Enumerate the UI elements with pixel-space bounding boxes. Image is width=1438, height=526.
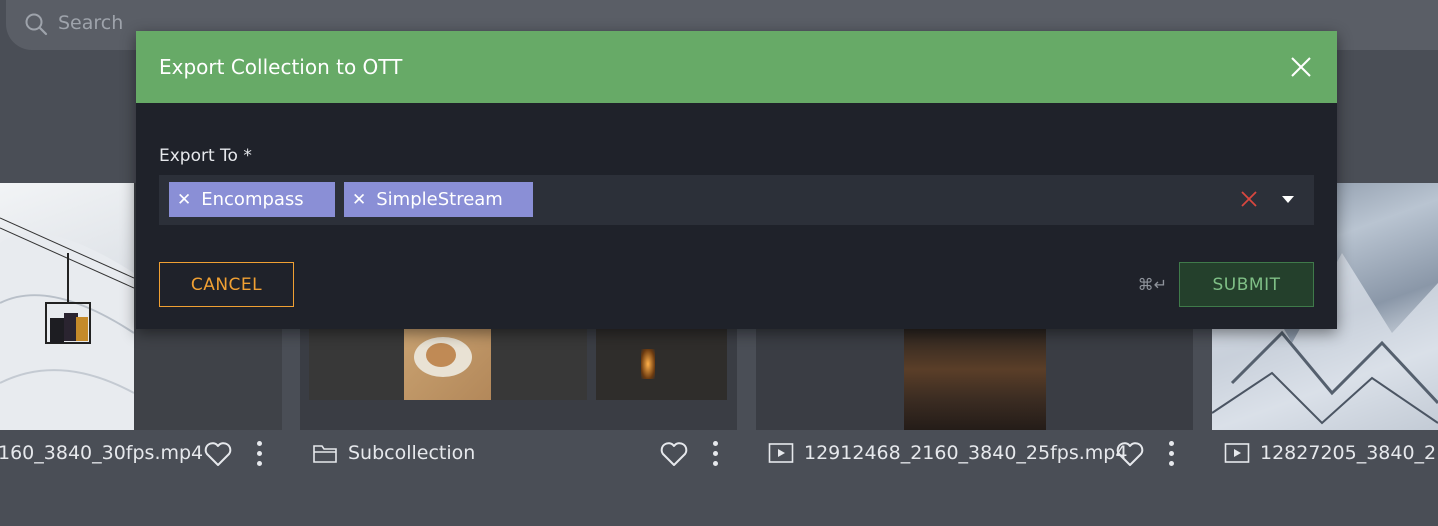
export-to-select[interactable]: ✕ Encompass ✕ SimpleStream bbox=[159, 175, 1314, 225]
favorite-icon[interactable] bbox=[204, 441, 232, 467]
card-thumbnail-right bbox=[596, 329, 727, 400]
card-thumbnail bbox=[904, 329, 1046, 430]
video-icon bbox=[768, 443, 794, 463]
more-options-icon[interactable] bbox=[1168, 441, 1174, 469]
dialog-title: Export Collection to OTT bbox=[159, 55, 403, 79]
card-footer: 12827205_3840_216 bbox=[1212, 430, 1438, 476]
card-title: 12827205_3840_216 bbox=[1260, 442, 1438, 464]
more-options-icon[interactable] bbox=[256, 441, 262, 469]
card-title: 12912468_2160_3840_25fps.mp4 bbox=[804, 442, 1128, 464]
card-thumbnail bbox=[0, 183, 134, 430]
ski-lift-image bbox=[0, 217, 134, 430]
favorite-icon[interactable] bbox=[660, 441, 688, 467]
video-icon bbox=[1224, 443, 1250, 463]
chip-label: SimpleStream bbox=[376, 189, 503, 210]
chip-simplestream: ✕ SimpleStream bbox=[344, 182, 533, 217]
close-icon[interactable] bbox=[1291, 57, 1311, 77]
search-input[interactable]: Search bbox=[58, 12, 123, 34]
cancel-button[interactable]: CANCEL bbox=[159, 262, 294, 307]
clear-all-icon[interactable] bbox=[1240, 190, 1258, 208]
favorite-icon[interactable] bbox=[1116, 441, 1144, 467]
shortcut-hint: ⌘↵ bbox=[1137, 275, 1167, 294]
chip-encompass: ✕ Encompass bbox=[169, 182, 335, 217]
chevron-down-icon[interactable] bbox=[1282, 196, 1294, 203]
folder-icon bbox=[313, 445, 337, 463]
card-footer: 160_3840_30fps.mp4 bbox=[0, 430, 282, 476]
remove-chip-icon[interactable]: ✕ bbox=[352, 190, 366, 210]
export-to-label: Export To * bbox=[159, 146, 252, 166]
submit-button[interactable]: SUBMIT bbox=[1179, 262, 1314, 307]
export-dialog: Export Collection to OTT Export To * ✕ E… bbox=[136, 31, 1337, 329]
remove-chip-icon[interactable]: ✕ bbox=[177, 190, 191, 210]
chip-label: Encompass bbox=[201, 189, 304, 210]
search-icon bbox=[25, 13, 48, 36]
card-title: 160_3840_30fps.mp4 bbox=[0, 442, 204, 464]
card-thumbnail-left bbox=[309, 329, 587, 400]
more-options-icon[interactable] bbox=[712, 441, 718, 469]
dialog-header: Export Collection to OTT bbox=[136, 31, 1337, 103]
card-title: Subcollection bbox=[348, 442, 476, 464]
